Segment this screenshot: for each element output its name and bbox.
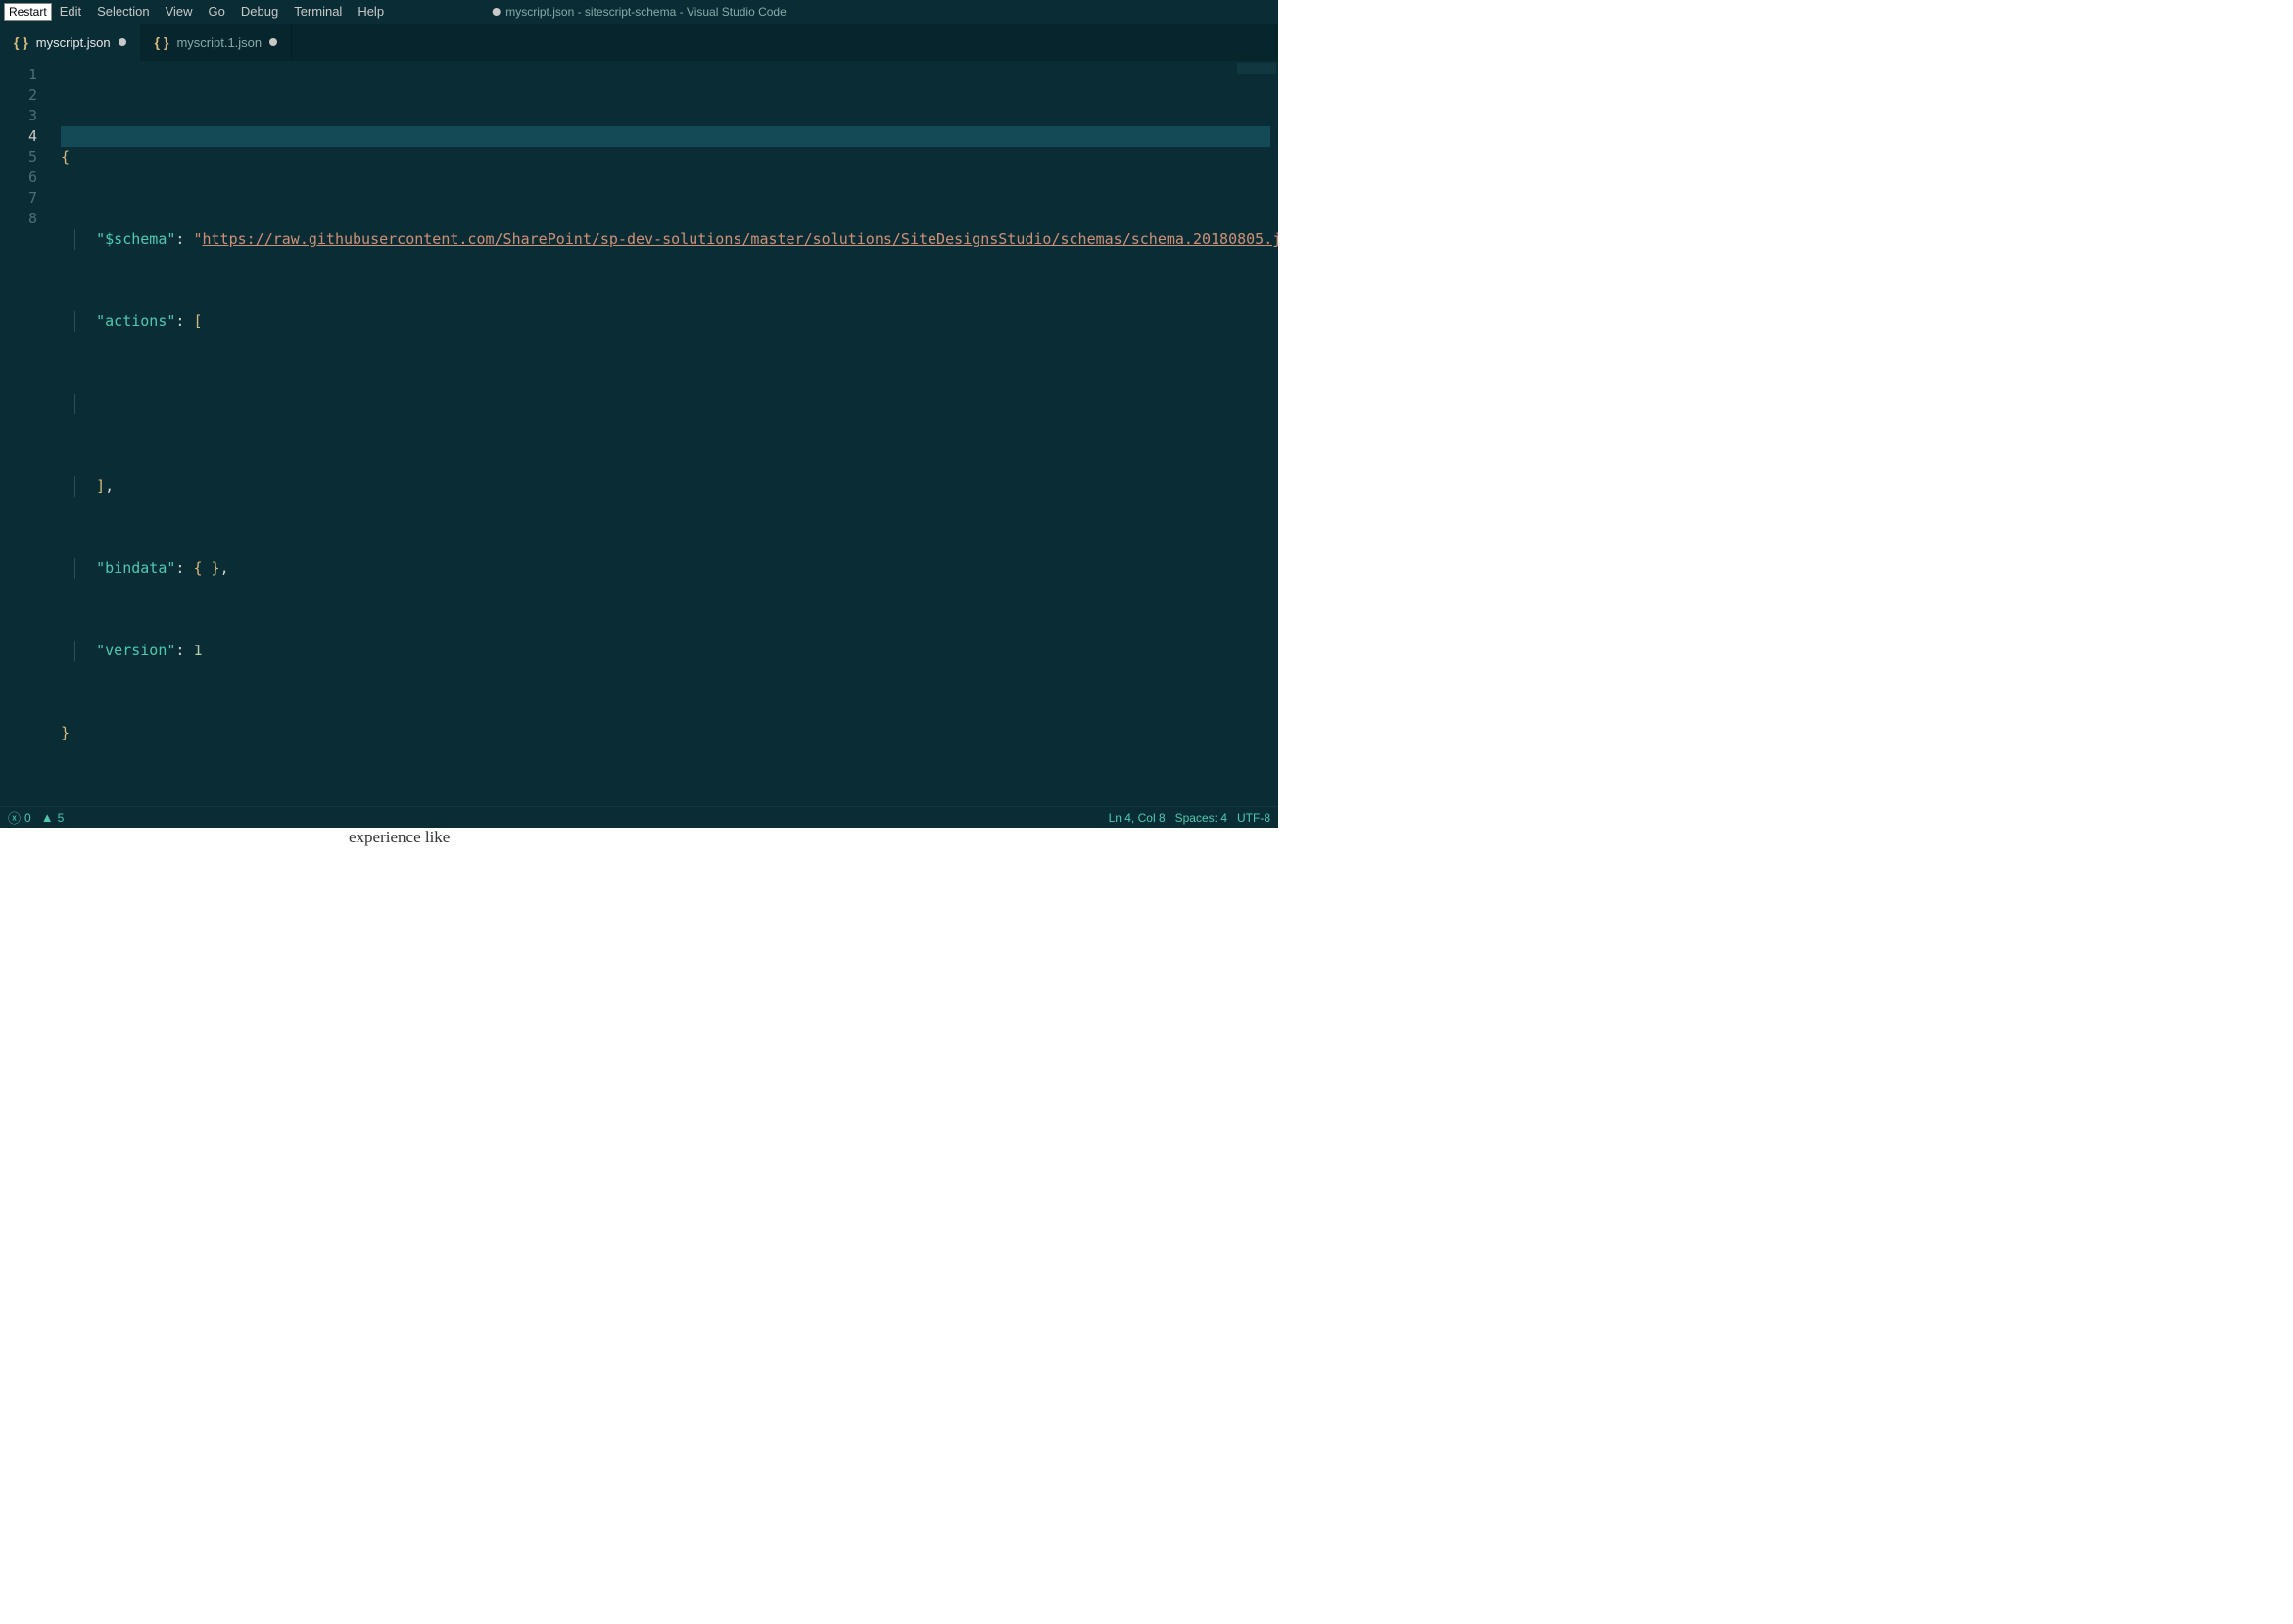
minimap[interactable] bbox=[1237, 63, 1276, 74]
tab-dirty-icon bbox=[269, 38, 277, 46]
status-errors[interactable]: ⓧ 0 bbox=[8, 808, 31, 827]
error-icon: ⓧ bbox=[8, 808, 21, 827]
warning-count: 5 bbox=[58, 811, 65, 825]
vscode-window: Restart Edit Selection View Go Debug Ter… bbox=[0, 0, 1278, 828]
status-spaces[interactable]: Spaces: 4 bbox=[1175, 811, 1227, 825]
code-line: "version": 1 bbox=[61, 641, 1278, 661]
line-number: 1 bbox=[0, 65, 37, 85]
status-right: Ln 4, Col 8 Spaces: 4 UTF-8 bbox=[1109, 811, 1270, 825]
status-left: ⓧ 0 ▲ 5 bbox=[8, 808, 64, 827]
statusbar: ⓧ 0 ▲ 5 Ln 4, Col 8 Spaces: 4 UTF-8 bbox=[0, 806, 1278, 828]
line-number-gutter: 1 2 3 4 5 6 7 8 bbox=[0, 61, 61, 806]
menu-debug[interactable]: Debug bbox=[233, 0, 286, 24]
current-line-highlight bbox=[61, 126, 1270, 147]
dirty-indicator-icon bbox=[492, 8, 500, 16]
tab-myscript-json[interactable]: { } myscript.json bbox=[0, 24, 141, 61]
tab-myscript-1-json[interactable]: { } myscript.1.json bbox=[141, 24, 293, 61]
code-area[interactable]: { "$schema": "https://raw.githubusercont… bbox=[61, 61, 1278, 806]
code-line: } bbox=[61, 723, 1278, 743]
error-count: 0 bbox=[24, 811, 31, 825]
menu-selection[interactable]: Selection bbox=[89, 0, 157, 24]
tab-label: myscript.1.json bbox=[176, 35, 262, 50]
code-line: "$schema": "https://raw.githubuserconten… bbox=[61, 229, 1278, 250]
line-number: 3 bbox=[0, 106, 37, 126]
json-file-icon: { } bbox=[14, 34, 28, 50]
editor[interactable]: 1 2 3 4 5 6 7 8 { "$schema": "https://ra… bbox=[0, 61, 1278, 806]
warning-icon: ▲ bbox=[41, 810, 54, 825]
code-line: ], bbox=[61, 476, 1278, 497]
status-encoding[interactable]: UTF-8 bbox=[1237, 811, 1270, 825]
menu-view[interactable]: View bbox=[158, 0, 201, 24]
menu-help[interactable]: Help bbox=[350, 0, 392, 24]
menubar: Restart Edit Selection View Go Debug Ter… bbox=[0, 0, 1278, 24]
menu-edit[interactable]: Edit bbox=[52, 0, 89, 24]
line-number: 6 bbox=[0, 167, 37, 188]
json-file-icon: { } bbox=[155, 34, 169, 50]
tab-label: myscript.json bbox=[36, 35, 111, 50]
tabbar: { } myscript.json { } myscript.1.json bbox=[0, 24, 1278, 61]
window-title-text: myscript.json - sitescript-schema - Visu… bbox=[505, 5, 787, 19]
status-ln-col[interactable]: Ln 4, Col 8 bbox=[1109, 811, 1166, 825]
line-number: 2 bbox=[0, 85, 37, 106]
tab-dirty-icon bbox=[119, 38, 126, 46]
line-number: 8 bbox=[0, 209, 37, 229]
line-number: 7 bbox=[0, 188, 37, 209]
line-number: 4 bbox=[0, 126, 37, 147]
window-title: myscript.json - sitescript-schema - Visu… bbox=[492, 5, 787, 19]
status-warnings[interactable]: ▲ 5 bbox=[41, 810, 65, 825]
menu-go[interactable]: Go bbox=[201, 0, 233, 24]
code-line bbox=[61, 394, 1278, 414]
menu-terminal[interactable]: Terminal bbox=[286, 0, 350, 24]
line-number: 5 bbox=[0, 147, 37, 167]
restart-button[interactable]: Restart bbox=[4, 3, 52, 21]
code-line: { bbox=[61, 147, 1278, 167]
code-line: "bindata": { }, bbox=[61, 558, 1278, 579]
code-line: "actions": [ bbox=[61, 311, 1278, 332]
leaked-page-text: experience like bbox=[349, 828, 450, 847]
